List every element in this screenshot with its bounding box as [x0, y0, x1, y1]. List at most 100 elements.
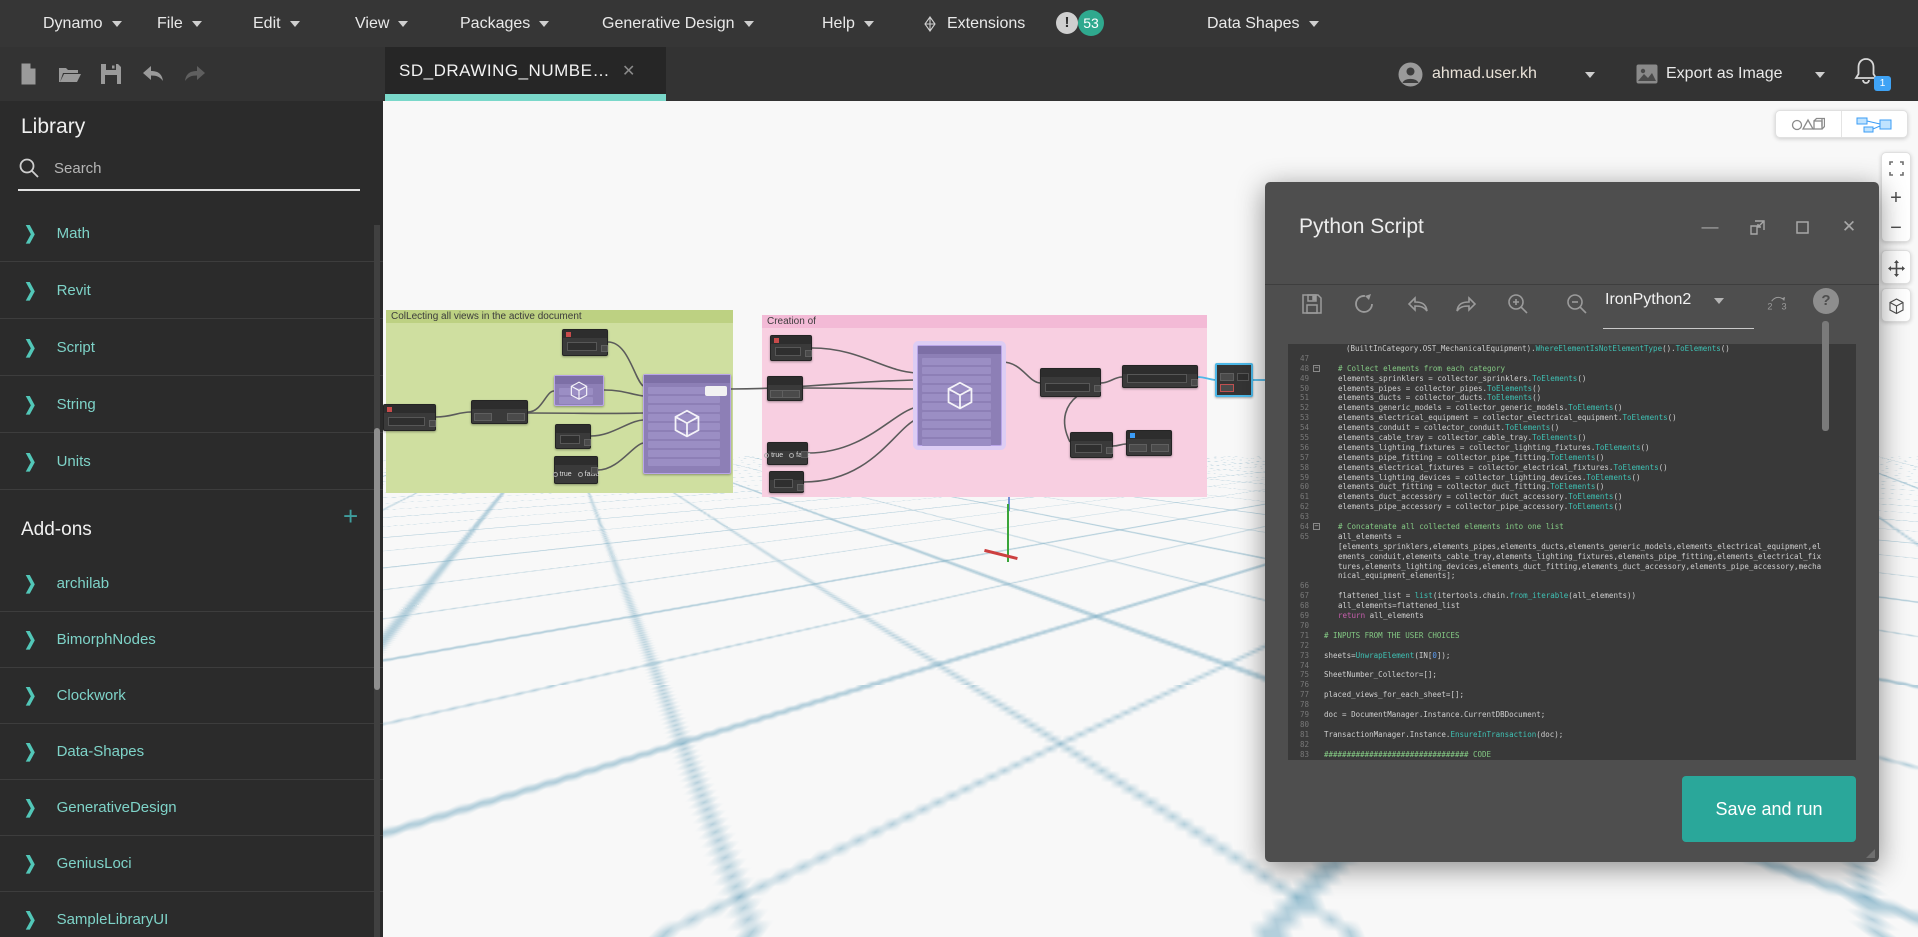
- pan-button[interactable]: [1882, 251, 1910, 285]
- sidebar-addon-samplelibraryui[interactable]: ❯SampleLibraryUI: [0, 891, 383, 937]
- orbit-cube-button[interactable]: [1882, 289, 1910, 323]
- zoom-in-button[interactable]: +: [1882, 183, 1910, 213]
- code-fold-icon[interactable]: −: [1313, 523, 1320, 530]
- dock-icon[interactable]: [1744, 214, 1770, 240]
- new-file-icon[interactable]: [16, 62, 40, 86]
- graph-node[interactable]: truefalse: [767, 442, 808, 465]
- save-icon[interactable]: [1297, 289, 1327, 319]
- addons-add-icon[interactable]: +: [343, 501, 358, 532]
- code-editor[interactable]: (BuiltInCategory.OST_MechanicalEquipment…: [1288, 344, 1856, 760]
- code-line: nical_equipment_elements];: [1288, 571, 1856, 581]
- chevron-right-icon: ❯: [24, 684, 37, 706]
- save-file-icon[interactable]: [99, 62, 123, 86]
- menu-file[interactable]: File: [157, 0, 202, 47]
- graph-node[interactable]: [1040, 368, 1101, 397]
- graph-node[interactable]: [917, 345, 1002, 446]
- sidebar-addon-geniusloci[interactable]: ❯GeniusLoci: [0, 835, 383, 891]
- code-line: 76: [1288, 680, 1856, 690]
- export-caret-icon[interactable]: [1815, 72, 1825, 78]
- code-line: 54elements_conduit = collector_conduit.T…: [1288, 423, 1856, 433]
- graph-node[interactable]: [643, 374, 731, 474]
- dialog-resize-grip[interactable]: [1866, 849, 1875, 858]
- save-and-run-button[interactable]: Save and run: [1682, 776, 1856, 842]
- sidebar-item-revit[interactable]: ❯Revit: [0, 262, 383, 318]
- sidebar-item-script[interactable]: ❯Script: [0, 319, 383, 375]
- search-input[interactable]: [54, 160, 314, 177]
- graph-node[interactable]: [767, 376, 803, 401]
- graph-node[interactable]: [383, 404, 436, 431]
- redo-toolbar-icon[interactable]: [183, 62, 207, 86]
- sidebar-item-units[interactable]: ❯Units: [0, 433, 383, 489]
- menu-edit[interactable]: Edit: [253, 0, 300, 47]
- redo-icon[interactable]: [1451, 289, 1481, 319]
- help-icon[interactable]: ?: [1813, 288, 1839, 314]
- engine-dropdown[interactable]: IronPython2: [1605, 291, 1724, 309]
- sidebar-item-math[interactable]: ❯Math: [0, 205, 383, 261]
- graph-node[interactable]: [555, 424, 591, 449]
- undo-toolbar-icon[interactable]: [141, 62, 165, 86]
- sidebar-addon-archilab[interactable]: ❯archilab: [0, 555, 383, 611]
- python-2to3-icon[interactable]: 2 3: [1761, 289, 1795, 319]
- bool-true-option[interactable]: true: [553, 471, 572, 478]
- notifications-count-badge[interactable]: 53: [1078, 10, 1104, 36]
- tab-close-icon[interactable]: ✕: [622, 61, 635, 81]
- menu-generative-design[interactable]: Generative Design: [602, 0, 754, 47]
- code-line: 66: [1288, 581, 1856, 591]
- graph-node[interactable]: [1070, 432, 1113, 458]
- open-file-icon[interactable]: [57, 62, 81, 86]
- undo-icon[interactable]: [1403, 289, 1433, 319]
- graph-node[interactable]: [1215, 363, 1253, 397]
- graph-node[interactable]: [562, 329, 608, 356]
- code-line: 59elements_lighting_devices = collector_…: [1288, 473, 1856, 483]
- menu-data-shapes[interactable]: Data Shapes: [1207, 0, 1319, 47]
- graph-node[interactable]: [554, 375, 604, 406]
- bool-true-option[interactable]: true: [764, 452, 783, 459]
- graph-node[interactable]: [770, 335, 812, 361]
- user-avatar-icon[interactable]: [1398, 62, 1423, 87]
- workspace-tab[interactable]: SD_DRAWING_NUMBE… ✕: [385, 47, 666, 101]
- graph-node[interactable]: [1122, 365, 1198, 388]
- zoom-fit-button[interactable]: [1882, 153, 1910, 183]
- graph-node[interactable]: [1126, 430, 1172, 456]
- export-as-image-menu[interactable]: Export as Image: [1666, 47, 1783, 101]
- close-icon[interactable]: ✕: [1836, 214, 1862, 240]
- zoom-out-button[interactable]: −: [1882, 213, 1910, 243]
- menu-help[interactable]: Help: [822, 0, 874, 47]
- menu-dynamo[interactable]: Dynamo: [43, 0, 122, 47]
- sidebar-item-string[interactable]: ❯String: [0, 376, 383, 432]
- sidebar-addon-bimorphnodes[interactable]: ❯BimorphNodes: [0, 611, 383, 667]
- sidebar-addon-generativedesign[interactable]: ❯GenerativeDesign: [0, 779, 383, 835]
- user-menu[interactable]: ahmad.user.kh: [1432, 47, 1537, 101]
- code-line: 53elements_electrical_equipment = collec…: [1288, 413, 1856, 423]
- graph-node[interactable]: [769, 471, 804, 493]
- code-fold-icon[interactable]: −: [1313, 365, 1320, 372]
- sidebar-addon-data-shapes[interactable]: ❯Data-Shapes: [0, 723, 383, 779]
- library-search[interactable]: [18, 153, 363, 183]
- menu-view[interactable]: View: [355, 0, 408, 47]
- menu-label: Help: [822, 15, 855, 33]
- maximize-icon[interactable]: [1789, 214, 1815, 240]
- menu-label: Generative Design: [602, 15, 735, 33]
- code-scrollbar[interactable]: [1822, 321, 1829, 431]
- revert-icon[interactable]: [1350, 289, 1380, 319]
- library-item-label: archilab: [57, 575, 110, 592]
- extensions-icon: [922, 16, 938, 32]
- code-line: 51elements_ducts = collector_ducts.ToEle…: [1288, 393, 1856, 403]
- graph-node[interactable]: truefalse: [554, 456, 598, 484]
- minimize-icon[interactable]: —: [1697, 214, 1723, 240]
- sidebar-scrollbar-thumb[interactable]: [374, 428, 380, 690]
- zoom-in-icon[interactable]: [1503, 289, 1533, 319]
- menu-extensions[interactable]: Extensions: [922, 0, 1025, 47]
- engine-underline: [1603, 328, 1754, 329]
- library-sidebar: Library ❯Math❯Revit❯Script❯String❯Units …: [0, 101, 383, 937]
- user-caret-icon[interactable]: [1585, 72, 1595, 78]
- menu-packages[interactable]: Packages: [460, 0, 549, 47]
- graph-view-toggle[interactable]: [1842, 111, 1908, 137]
- library-item-label: String: [57, 396, 96, 413]
- geometry-view-toggle[interactable]: [1776, 111, 1842, 137]
- notifications-icon[interactable]: !: [1056, 12, 1078, 34]
- export-image-icon[interactable]: [1636, 64, 1658, 84]
- graph-node[interactable]: [471, 400, 528, 424]
- sidebar-addon-clockwork[interactable]: ❯Clockwork: [0, 667, 383, 723]
- zoom-out-icon[interactable]: [1562, 289, 1592, 319]
